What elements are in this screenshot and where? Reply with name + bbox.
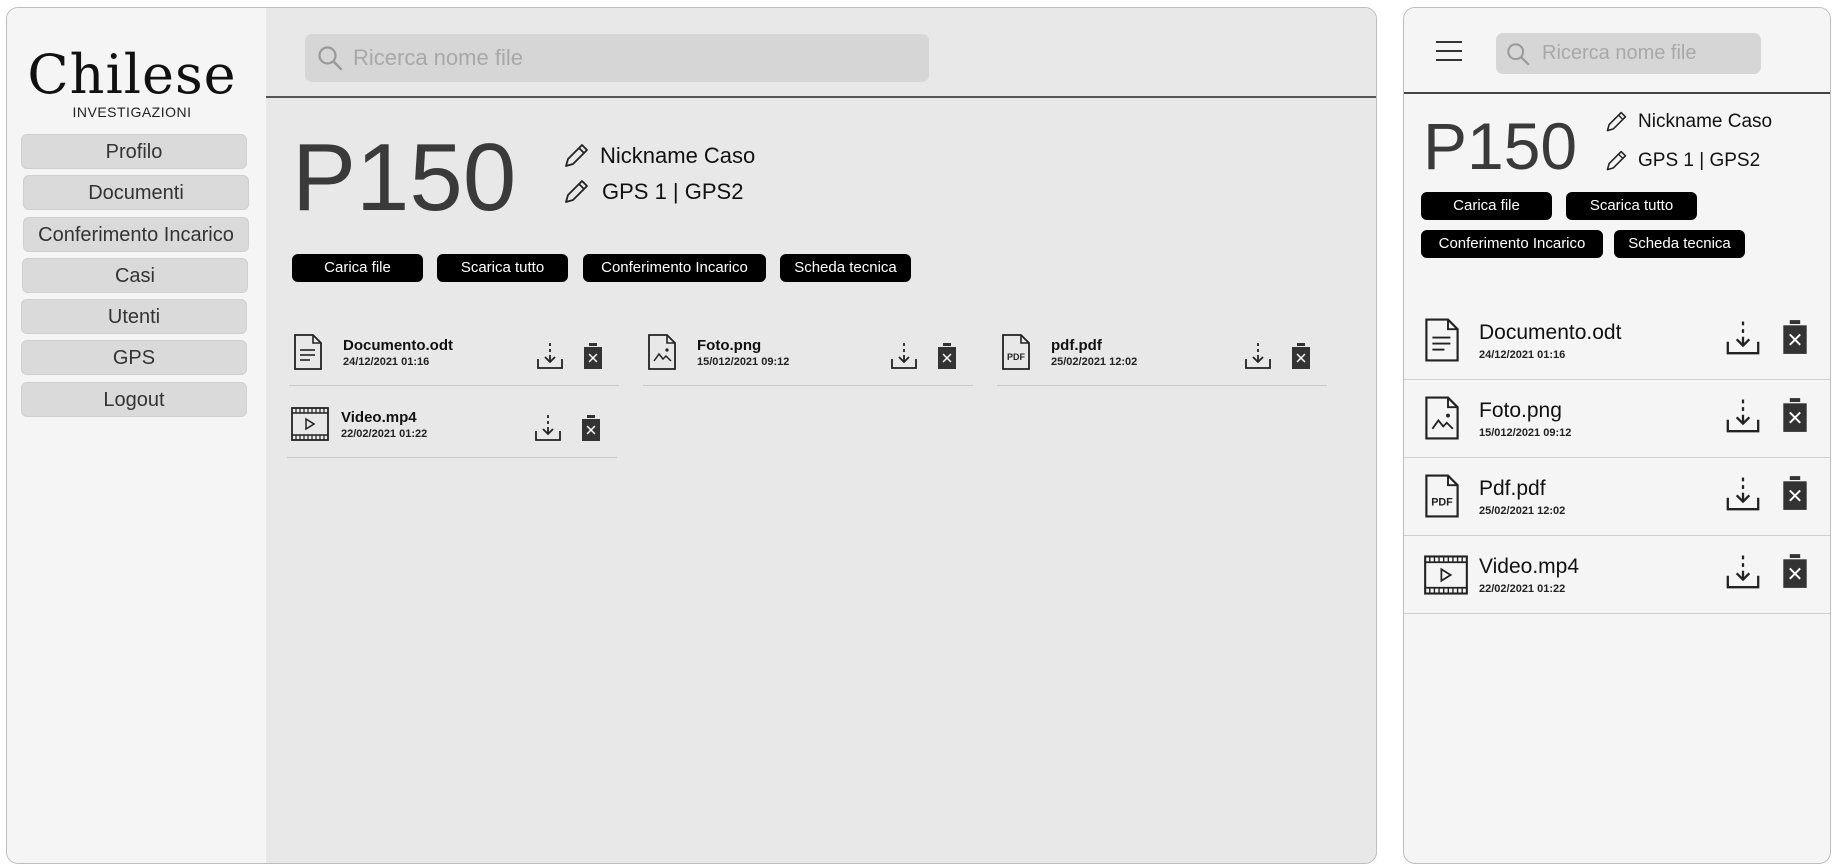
download-icon[interactable]: [1724, 397, 1762, 435]
download-all-button[interactable]: Scarica tutto: [437, 254, 568, 282]
case-gps: GPS 1 | GPS2: [1638, 150, 1761, 171]
file-item[interactable]: Documento.odt 24/12/2021 01:16: [289, 315, 619, 386]
file-date: 22/02/2021 01:22: [341, 428, 428, 440]
pencil-icon[interactable]: [1604, 149, 1628, 173]
search-bar: [1496, 33, 1761, 74]
search-input[interactable]: [351, 44, 929, 72]
trash-icon[interactable]: [1782, 397, 1808, 433]
top-bar: [266, 8, 1376, 98]
image-file-icon: [648, 334, 676, 370]
list-item[interactable]: Foto.png 15/012/2021 09:12: [1404, 379, 1830, 458]
list-item[interactable]: Documento.odt 24/12/2021 01:16: [1404, 301, 1830, 380]
list-item[interactable]: Video.mp4 22/02/2021 01:22: [1404, 535, 1830, 614]
sidebar-item-documenti[interactable]: Documenti: [23, 175, 249, 210]
sidebar-item-gps[interactable]: GPS: [21, 340, 247, 375]
assignment-button[interactable]: Conferimento Incarico: [1421, 230, 1603, 258]
search-icon: [1507, 42, 1530, 65]
trash-icon[interactable]: [1782, 475, 1808, 511]
search-bar: [305, 34, 929, 82]
sidebar: Chilese INVESTIGAZIONI Profilo Documenti…: [7, 8, 266, 863]
file-name: Foto.png: [1479, 399, 1562, 422]
trash-icon[interactable]: [583, 343, 603, 369]
pencil-icon[interactable]: [1604, 110, 1628, 134]
file-date: 25/02/2021 12:02: [1051, 356, 1138, 368]
file-name: Video.mp4: [1479, 555, 1580, 578]
svg-text:PDF: PDF: [1007, 352, 1026, 362]
download-icon[interactable]: [1724, 475, 1762, 513]
mobile-frame: P150 Nickname Caso GPS 1 | GPS2 Carica f…: [1403, 7, 1831, 864]
nickname-row: Nickname Caso: [562, 142, 755, 170]
main-content: P150 Nickname Caso GPS 1 | GPS2 Carica f…: [266, 8, 1376, 863]
file-date: 24/12/2021 01:16: [1479, 349, 1566, 361]
file-item[interactable]: PDF pdf.pdf 25/02/2021 12:02: [997, 315, 1327, 386]
hamburger-menu-icon[interactable]: [1436, 41, 1462, 68]
file-date: 24/12/2021 01:16: [343, 356, 430, 368]
file-date: 25/02/2021 12:02: [1479, 505, 1566, 517]
nickname-row: Nickname Caso: [1604, 110, 1772, 134]
image-file-icon: [1425, 396, 1459, 440]
brand-logo: Chilese INVESTIGAZIONI: [7, 43, 257, 121]
file-name: Documento.odt: [343, 337, 453, 354]
assignment-button[interactable]: Conferimento Incarico: [583, 254, 766, 282]
video-file-icon: [291, 407, 329, 441]
upload-file-button[interactable]: Carica file: [1421, 192, 1552, 220]
pdf-file-icon: PDF: [1425, 474, 1459, 518]
upload-file-button[interactable]: Carica file: [292, 254, 423, 282]
file-date: 22/02/2021 01:22: [1479, 583, 1566, 595]
download-icon[interactable]: [1243, 341, 1273, 371]
brand-name: Chilese: [27, 43, 237, 106]
file-name: Documento.odt: [1479, 321, 1622, 344]
download-icon[interactable]: [533, 413, 563, 443]
case-nickname: Nickname Caso: [600, 143, 756, 168]
sidebar-item-profilo[interactable]: Profilo: [21, 134, 247, 169]
case-code: P150: [292, 124, 517, 231]
trash-icon[interactable]: [1782, 319, 1808, 355]
pdf-file-icon: PDF: [1002, 334, 1030, 370]
gps-row: GPS 1 | GPS2: [562, 178, 743, 206]
tech-sheet-button[interactable]: Scheda tecnica: [1614, 230, 1745, 258]
search-input[interactable]: [1540, 41, 1761, 66]
gps-row: GPS 1 | GPS2: [1604, 149, 1760, 173]
file-name: Video.mp4: [341, 409, 417, 426]
trash-icon[interactable]: [937, 343, 957, 369]
case-code: P150: [1423, 109, 1578, 183]
document-icon: [294, 334, 322, 370]
pencil-icon[interactable]: [562, 142, 590, 170]
download-icon[interactable]: [889, 341, 919, 371]
download-all-button[interactable]: Scarica tutto: [1566, 192, 1697, 220]
sidebar-item-logout[interactable]: Logout: [21, 382, 247, 417]
sidebar-item-utenti[interactable]: Utenti: [21, 299, 247, 334]
list-item[interactable]: PDF Pdf.pdf 25/02/2021 12:02: [1404, 457, 1830, 536]
desktop-frame: Chilese INVESTIGAZIONI Profilo Documenti…: [6, 7, 1377, 864]
brand-subtitle: INVESTIGAZIONI: [72, 104, 192, 120]
trash-icon[interactable]: [1782, 553, 1808, 589]
download-icon[interactable]: [1724, 319, 1762, 357]
search-icon: [318, 46, 343, 71]
file-name: Pdf.pdf: [1479, 477, 1546, 500]
sidebar-item-conferimento-incarico[interactable]: Conferimento Incarico: [23, 217, 249, 252]
trash-icon[interactable]: [1291, 343, 1311, 369]
tech-sheet-button[interactable]: Scheda tecnica: [780, 254, 911, 282]
case-gps: GPS 1 | GPS2: [602, 179, 744, 204]
file-name: pdf.pdf: [1051, 337, 1102, 354]
file-item[interactable]: Video.mp4 22/02/2021 01:22: [287, 387, 617, 458]
document-icon: [1425, 318, 1459, 362]
mobile-top-bar: [1404, 8, 1830, 94]
svg-text:PDF: PDF: [1431, 497, 1453, 509]
download-icon[interactable]: [1724, 553, 1762, 591]
download-icon[interactable]: [535, 341, 565, 371]
file-name: Foto.png: [697, 337, 762, 354]
video-file-icon: [1424, 555, 1468, 595]
file-date: 15/012/2021 09:12: [697, 356, 790, 368]
file-date: 15/012/2021 09:12: [1479, 427, 1572, 439]
file-item[interactable]: Foto.png 15/012/2021 09:12: [643, 315, 973, 386]
case-nickname: Nickname Caso: [1638, 111, 1773, 132]
pencil-icon[interactable]: [562, 178, 590, 206]
trash-icon[interactable]: [581, 415, 601, 441]
sidebar-item-casi[interactable]: Casi: [22, 258, 248, 293]
